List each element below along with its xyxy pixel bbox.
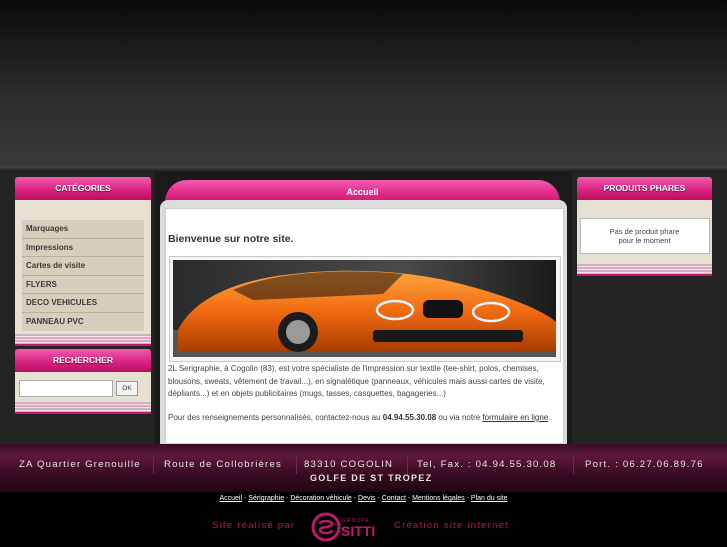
footer-link-plan-du-site[interactable]: Plan du site [471,495,508,502]
address-separator [573,455,574,474]
products-box: PRODUITS PHARES Pas de produit phare pou… [577,177,712,276]
contact-form-link[interactable]: formulaire en ligne [482,413,548,422]
footer-links: Accueil - Sérigraphie - Décoration véhic… [219,495,508,502]
no-products-message: Pas de produit phare pour le moment [579,218,710,254]
address-tel: Tel, Fax. : 04.94.55.30.08 [417,459,557,470]
categories-title: CATÉGORIES [15,177,151,200]
footer-link-mentions-legales[interactable]: Mentions légales [412,495,465,502]
category-item-impressions[interactable]: Impressions [22,238,144,258]
products-title: PRODUITS PHARES [577,177,712,200]
address-port: Port. : 06.27.06.89.76 [585,459,704,470]
products-footer [577,264,712,276]
search-ok-button[interactable]: OK [116,381,138,396]
category-item-panneau-pvc[interactable]: PANNEAU PVC [22,312,144,331]
address-separator [296,455,297,474]
address-separator [153,455,154,474]
credit-right: Création site internet [394,520,509,531]
footer-link-contact[interactable]: Contact [382,495,406,502]
footer-link-devis[interactable]: Devis [358,495,376,502]
category-item-cartes-de-visite[interactable]: Cartes de visite [22,257,144,276]
no-products-line-1: Pas de produit phare [609,227,680,236]
no-products-line-2: pour le moment [618,236,671,245]
page-title: Bienvenue sur notre site. [168,233,294,245]
search-input[interactable] [19,380,113,397]
contact-paragraph: Pour des renseignements personnalisés, c… [168,412,560,425]
search-box: RECHERCHER OK [15,349,151,414]
search-title: RECHERCHER [15,349,151,372]
credit-left: Site réalisé par [212,520,296,531]
footer-link-serigraphie[interactable]: Sérigraphie [248,495,284,502]
address-street: ZA Quartier Grenouille [19,459,141,470]
contact-prefix: Pour des renseignements personnalisés, c… [168,413,383,422]
address-road: Route de Collobrières [164,459,282,470]
category-item-marquages[interactable]: Marquages [22,220,144,239]
sitti-logo[interactable]: GROUPE SITTI [311,512,386,542]
contact-suffix: . [548,413,551,422]
logo-text: SITTI [341,523,375,539]
categories-footer [15,333,151,346]
footer-link-decoration-vehicule[interactable]: Décoration véhicule [290,495,351,502]
contact-mid: ou via notre [436,413,483,422]
categories-box: CATÉGORIES Marquages Impressions Cartes … [15,177,151,346]
footer-link-accueil[interactable]: Accueil [219,495,242,502]
search-footer [15,402,151,414]
products-body: Pas de produit phare pour le moment [577,200,712,264]
categories-list: Marquages Impressions Cartes de visite F… [15,200,151,334]
category-item-flyers[interactable]: FLYERS [22,275,144,295]
address-golfe: GOLFE DE ST TROPEZ [310,473,433,483]
address-city: 83310 COGOLIN [304,459,394,470]
header-banner [0,0,727,172]
category-item-deco-vehicules[interactable]: DECO VEHICULES [22,294,144,313]
search-body: OK [15,372,151,402]
intro-paragraph: 2L Serigraphie, à Cogolin (83), est votr… [168,364,545,398]
contact-phone: 04.94.55.30.08 [382,413,437,422]
address-separator [407,455,408,474]
car-image [173,260,556,357]
